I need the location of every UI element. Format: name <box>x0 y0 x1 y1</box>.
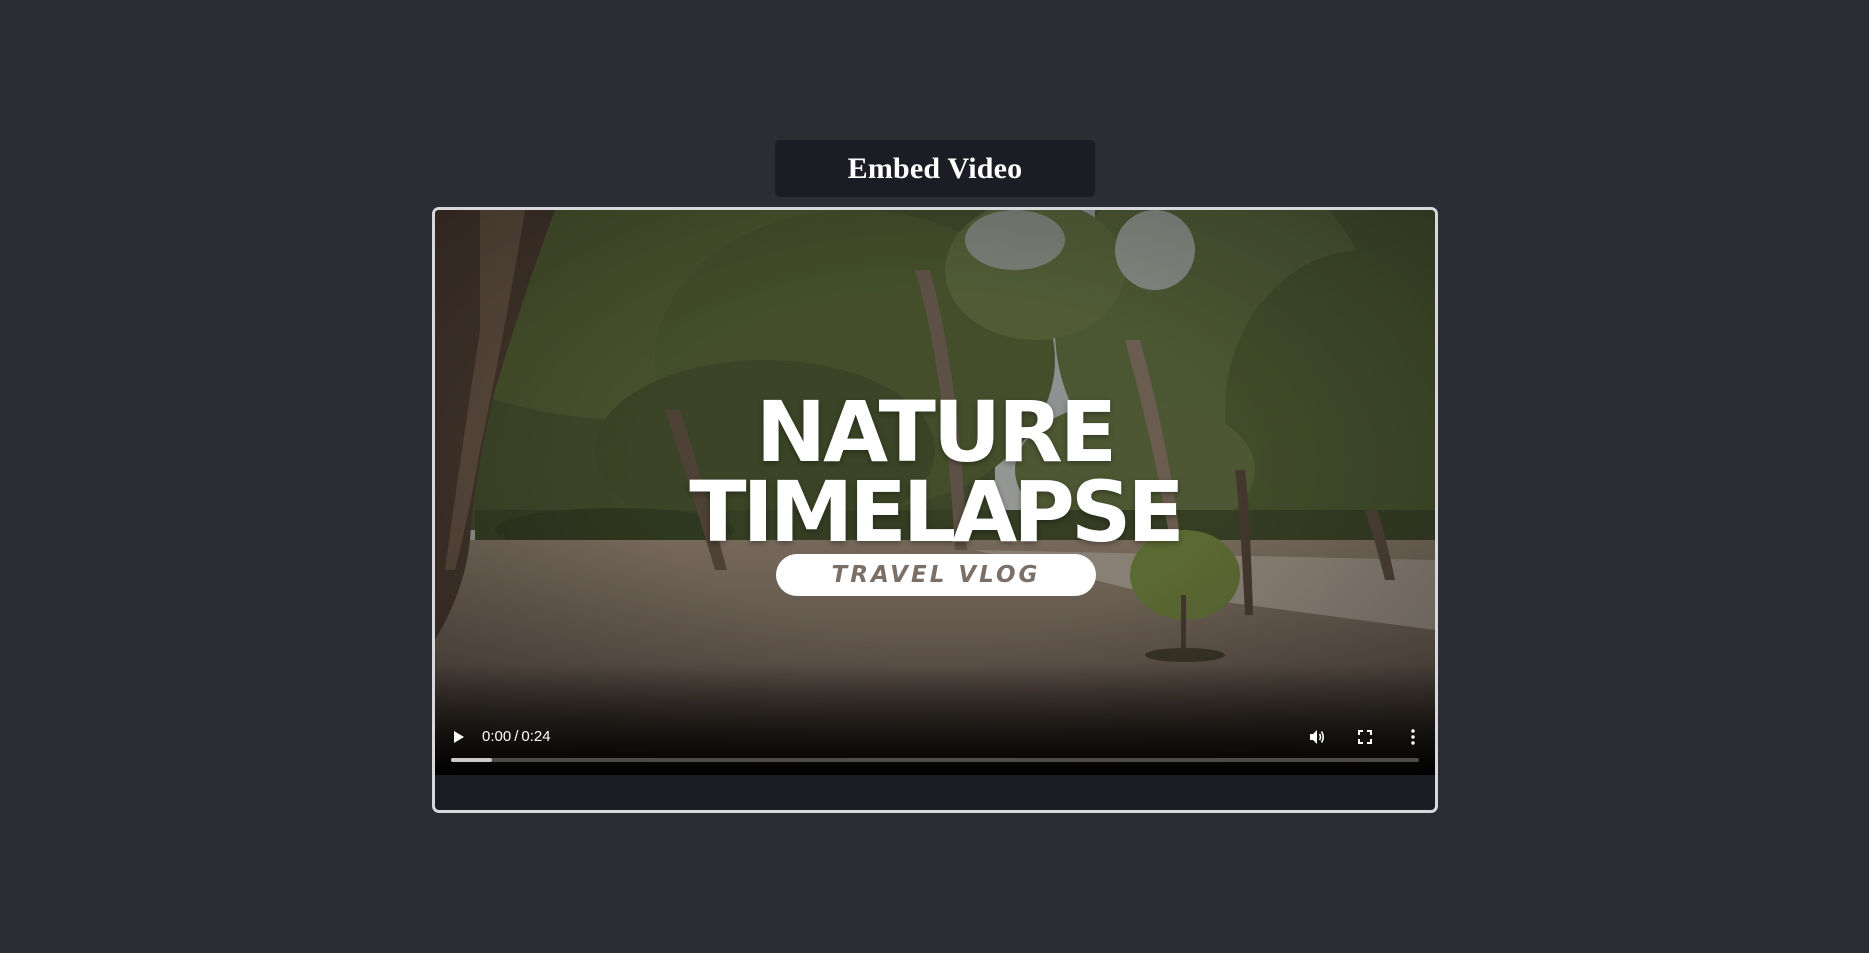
play-button[interactable] <box>447 725 471 749</box>
video-controls: 0:00/0:24 <box>435 715 1435 775</box>
overlay-title-line1: NATURE <box>755 383 1117 481</box>
progress-bar[interactable] <box>451 758 1419 762</box>
fullscreen-icon <box>1358 730 1372 744</box>
time-display: 0:00/0:24 <box>482 728 551 745</box>
duration: 0:24 <box>521 728 551 745</box>
time-separator: / <box>514 728 519 745</box>
volume-icon <box>1310 730 1325 744</box>
volume-button[interactable] <box>1305 725 1329 749</box>
page-title: Embed Video <box>847 151 1023 185</box>
current-time: 0:00 <box>482 728 512 745</box>
overlay-title-line2: TIMELAPSE <box>689 463 1185 561</box>
play-icon <box>454 731 464 743</box>
video-frame: NATURE TIMELAPSE TRAVEL VLOG 0:00/0:24 <box>432 207 1438 813</box>
more-vertical-icon <box>1411 729 1415 745</box>
video-player[interactable]: NATURE TIMELAPSE TRAVEL VLOG 0:00/0:24 <box>435 210 1435 775</box>
fullscreen-button[interactable] <box>1353 725 1377 749</box>
overlay-pill-label: TRAVEL VLOG <box>831 562 1041 588</box>
overlay-pill: TRAVEL VLOG <box>776 554 1096 596</box>
progress-buffered <box>451 758 492 762</box>
more-options-button[interactable] <box>1401 725 1425 749</box>
title-box: Embed Video <box>775 140 1095 197</box>
page: Embed Video NATURE TIMELAPSE TRAVEL VLOG… <box>0 0 1869 953</box>
